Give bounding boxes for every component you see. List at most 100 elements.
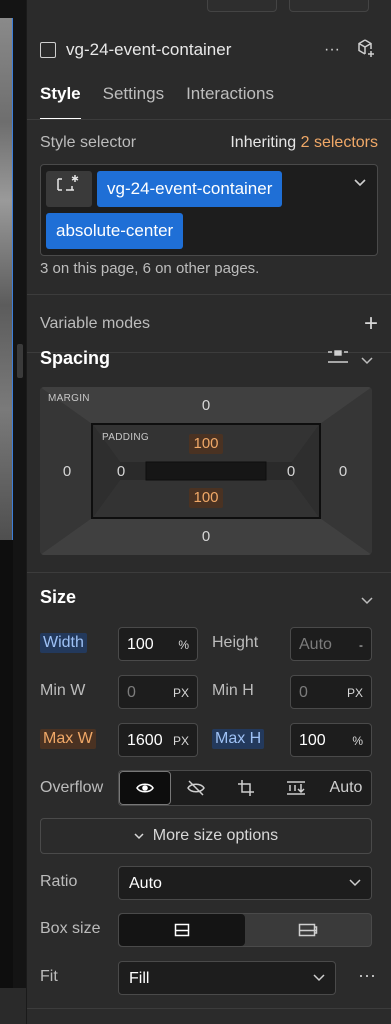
canvas-area[interactable] <box>0 0 26 1024</box>
overflow-row: Overflow Auto <box>40 770 378 806</box>
box-size-label: Box size <box>40 920 101 937</box>
selector-chip-primary[interactable]: vg-24-event-container <box>97 171 283 207</box>
box-model-editor: MARGIN PADDING 0 0 0 0 100 0 100 0 <box>40 387 372 555</box>
section-divider <box>27 1008 391 1009</box>
padding-bottom-value[interactable]: 100 <box>189 488 223 508</box>
min-height-unit[interactable]: PX <box>347 686 363 700</box>
inheriting-selectors-link[interactable]: 2 selectors <box>301 134 378 151</box>
height-input[interactable]: Auto - <box>290 627 372 661</box>
variable-modes-row: Variable modes + <box>40 312 378 336</box>
max-width-unit[interactable]: PX <box>173 734 189 748</box>
fit-row: Fit Fill ··· <box>40 961 378 995</box>
max-width-value: 1600 <box>127 732 163 749</box>
padding-right-value[interactable]: 0 <box>276 463 306 480</box>
tab-interactions[interactable]: Interactions <box>186 80 274 120</box>
more-options-icon[interactable]: ··· <box>358 965 376 986</box>
min-height-input[interactable]: 0 PX <box>290 675 372 709</box>
width-input[interactable]: 100 % <box>118 627 198 661</box>
overflow-visible-button[interactable] <box>119 771 171 805</box>
crop-icon <box>238 780 254 796</box>
content-box-button[interactable] <box>245 914 371 946</box>
section-divider <box>27 572 391 573</box>
margin-left-value[interactable]: 0 <box>52 463 82 480</box>
ratio-value: Auto <box>129 875 162 892</box>
spacing-section-title[interactable]: Spacing <box>40 348 110 369</box>
fit-label: Fit <box>40 968 58 985</box>
margin-top-value[interactable]: 0 <box>191 397 221 414</box>
height-label: Height <box>212 634 259 651</box>
margin-right-value[interactable]: 0 <box>328 463 358 480</box>
selector-chip-combo[interactable]: absolute-center <box>46 213 184 249</box>
ratio-select[interactable]: Auto <box>118 866 372 900</box>
variable-modes-label: Variable modes <box>40 315 150 332</box>
selector-usage-text: 3 on this page, 6 on other pages. <box>40 260 260 277</box>
min-width-input[interactable]: 0 PX <box>118 675 198 709</box>
tab-style[interactable]: Style <box>40 80 81 120</box>
overflow-scroll-button[interactable] <box>221 771 271 805</box>
chevron-down-icon[interactable] <box>361 592 373 608</box>
chevron-down-icon[interactable] <box>361 352 373 368</box>
max-width-input[interactable]: 1600 PX <box>118 723 198 757</box>
overflow-auto-button[interactable]: Auto <box>321 771 371 805</box>
max-height-value: 100 <box>299 732 326 749</box>
toolbar-button[interactable] <box>289 0 369 12</box>
eye-icon <box>136 783 154 793</box>
spacing-preset-icon[interactable] <box>327 350 349 367</box>
more-size-options-button[interactable]: More size options <box>40 818 372 854</box>
min-width-unit[interactable]: PX <box>173 686 189 700</box>
height-value: Auto <box>299 636 332 653</box>
chevron-down-icon <box>134 827 148 844</box>
max-height-input[interactable]: 100 % <box>290 723 372 757</box>
max-height-label: Max H <box>212 729 265 749</box>
max-width-label: Max W <box>40 729 96 749</box>
width-value: 100 <box>127 636 154 653</box>
chevron-down-icon[interactable] <box>353 175 367 193</box>
size-row-max: Max W 1600 PX Max H 100 % <box>40 723 378 757</box>
more-options-icon[interactable]: ··· <box>320 41 344 59</box>
content-box-icon <box>298 923 318 937</box>
margin-label: MARGIN <box>48 393 90 404</box>
element-name: vg-24-event-container <box>66 40 232 59</box>
selector-field[interactable]: vg-24-event-container absolute-center <box>40 164 378 256</box>
overflow-toggle-group: Auto <box>118 770 372 806</box>
margin-bottom-value[interactable]: 0 <box>191 528 221 545</box>
element-checkbox[interactable] <box>40 42 56 58</box>
inheriting-text: Inheriting <box>230 134 297 151</box>
size-row-width-height: Width 100 % Height Auto - <box>40 627 378 661</box>
overflow-clip-button[interactable] <box>271 771 321 805</box>
min-width-label: Min W <box>40 682 86 699</box>
style-panel: vg-24-event-container ··· Style Settings… <box>26 0 391 1024</box>
width-unit[interactable]: % <box>178 638 189 652</box>
more-size-options-label: More size options <box>152 827 279 844</box>
canvas-background <box>0 540 13 988</box>
size-section-title[interactable]: Size <box>40 587 76 608</box>
width-label: Width <box>40 633 87 653</box>
size-row-min: Min W 0 PX Min H 0 PX <box>40 675 378 709</box>
panel-resize-handle[interactable] <box>17 344 23 378</box>
max-height-unit[interactable]: % <box>352 734 363 748</box>
min-width-value: 0 <box>127 684 136 701</box>
padding-top-value[interactable]: 100 <box>189 434 223 454</box>
height-unit[interactable]: - <box>359 638 363 652</box>
chevron-down-icon <box>349 876 361 890</box>
text-wrap-icon <box>287 781 305 795</box>
ratio-row: Ratio Auto <box>40 866 378 900</box>
padding-left-value[interactable]: 0 <box>106 463 136 480</box>
ratio-label: Ratio <box>40 873 78 890</box>
tab-settings[interactable]: Settings <box>103 80 164 120</box>
border-box-button[interactable] <box>119 914 245 946</box>
chevron-down-icon <box>313 971 325 985</box>
panel-tabs: Style Settings Interactions <box>40 80 378 120</box>
overflow-label: Overflow <box>40 779 104 796</box>
top-toolbar <box>27 0 391 14</box>
component-add-icon[interactable] <box>354 38 378 63</box>
fit-value: Fill <box>129 970 150 987</box>
box-size-row: Box size <box>40 913 378 947</box>
overflow-hidden-button[interactable] <box>171 771 221 805</box>
add-variable-mode-icon[interactable]: + <box>364 312 378 336</box>
selector-state-icon[interactable] <box>46 171 92 207</box>
style-selector-row: Style selector Inheriting 2 selectors <box>40 134 378 152</box>
box-size-toggle <box>118 913 372 947</box>
toolbar-button[interactable] <box>207 0 277 12</box>
fit-select[interactable]: Fill <box>118 961 336 995</box>
